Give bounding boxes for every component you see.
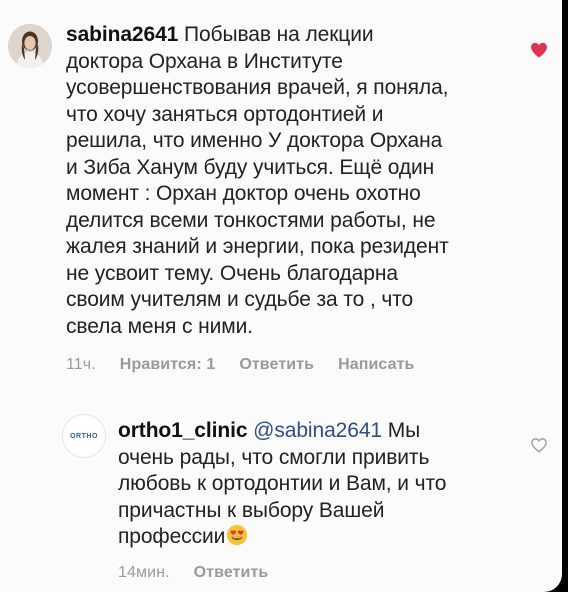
- reply-username[interactable]: ortho1_clinic: [118, 419, 248, 442]
- comment-actions: 11ч. Нравится: 1 Ответить Написать: [66, 356, 415, 374]
- screen-edge: [562, 0, 568, 592]
- comment-username[interactable]: sabina2641: [66, 23, 178, 46]
- reply-text: ortho1_clinic @sabina2641 Мы очень рады,…: [118, 418, 518, 551]
- heart-outline-icon[interactable]: [529, 435, 549, 455]
- reply-time: 14мин.: [118, 564, 170, 581]
- heart-eyes-emoji: [227, 524, 248, 546]
- reply-reply-button[interactable]: Ответить: [194, 564, 269, 582]
- comments-screen: sabina2641 Побывав на лекции доктора Орх…: [0, 0, 562, 592]
- comment-body: Побывав на лекции доктора Орхана в Инсти…: [66, 23, 449, 338]
- comment-text: sabina2641 Побывав на лекции доктора Орх…: [66, 22, 506, 340]
- comment-reply-button[interactable]: Ответить: [239, 356, 314, 374]
- user-avatar[interactable]: [8, 24, 52, 68]
- comment-time: 11ч.: [66, 356, 96, 373]
- comment-message-button[interactable]: Написать: [338, 356, 414, 374]
- clinic-avatar[interactable]: ORTHO: [62, 414, 106, 458]
- reply-mention[interactable]: @sabina2641: [253, 419, 382, 442]
- comment-likes-link[interactable]: Нравится: 1: [120, 356, 216, 374]
- clinic-avatar-logo: ORTHO: [70, 432, 98, 440]
- reply-actions: 14мин. Ответить: [118, 564, 268, 582]
- heart-filled-icon[interactable]: [529, 40, 549, 60]
